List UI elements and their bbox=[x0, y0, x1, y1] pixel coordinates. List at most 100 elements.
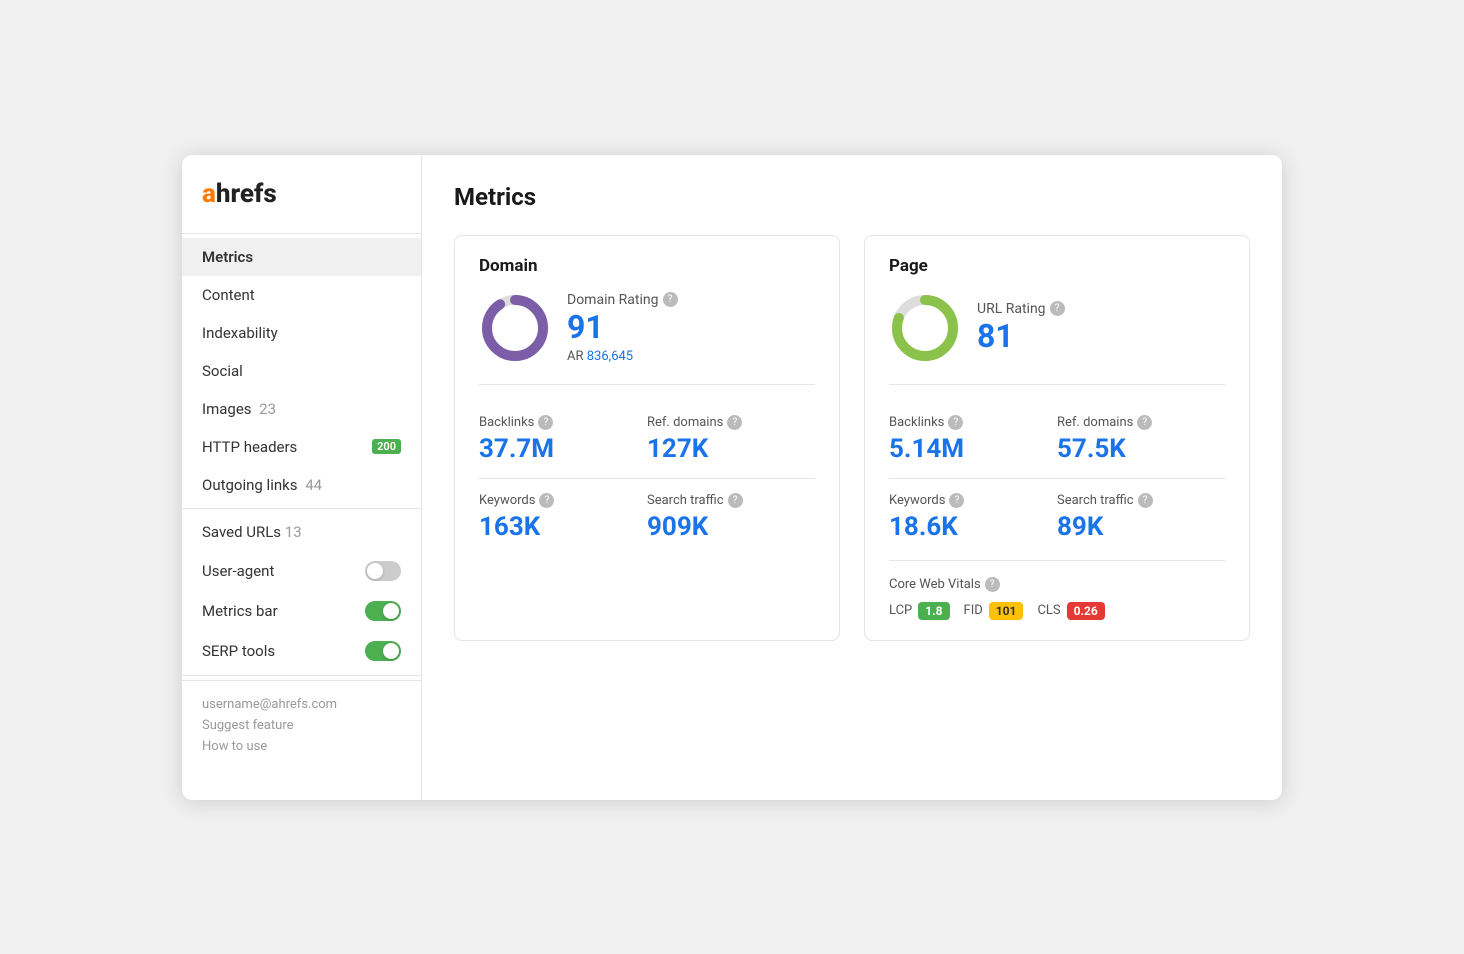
page-rating-help-icon[interactable]: ? bbox=[1050, 301, 1065, 316]
page-search-traffic-help-icon[interactable]: ? bbox=[1138, 493, 1153, 508]
serp-tools-row: SERP tools bbox=[182, 631, 421, 671]
email-link[interactable]: username@ahrefs.com bbox=[202, 697, 401, 712]
cwv-fid-badge: 101 bbox=[989, 602, 1024, 620]
user-agent-label: User-agent bbox=[202, 562, 274, 580]
page-search-traffic-label: Search traffic ? bbox=[1057, 493, 1225, 508]
domain-panel-title: Domain bbox=[479, 256, 815, 276]
suggest-feature-link[interactable]: Suggest feature bbox=[202, 718, 401, 733]
page-keywords-help-icon[interactable]: ? bbox=[949, 493, 964, 508]
sidebar-nav: Metrics Content Indexability Social Imag… bbox=[182, 238, 421, 504]
cwv-fid: FID 101 bbox=[964, 602, 1024, 620]
sidebar-item-label-metrics: Metrics bbox=[202, 248, 253, 266]
cwv-cls-label: CLS bbox=[1037, 603, 1060, 618]
domain-rating-label: Domain Rating ? bbox=[567, 292, 678, 308]
page-ref-domains-help-icon[interactable]: ? bbox=[1137, 415, 1152, 430]
serp-tools-label: SERP tools bbox=[202, 642, 275, 660]
page-ref-domains-value: 57.5K bbox=[1057, 434, 1225, 464]
page-rating-info: URL Rating ? 81 bbox=[977, 301, 1065, 354]
sidebar-item-images[interactable]: Images 23 bbox=[182, 390, 421, 428]
cwv-title: Core Web Vitals ? bbox=[889, 577, 1225, 592]
domain-rating-row: Domain Rating ? 91 AR 836,645 bbox=[479, 292, 815, 385]
domain-ar-link[interactable]: 836,645 bbox=[587, 349, 633, 364]
cwv-help-icon[interactable]: ? bbox=[985, 577, 1000, 592]
app-container: ahrefs Metrics Content Indexability Soci… bbox=[182, 155, 1282, 800]
http-headers-badge: 200 bbox=[372, 439, 401, 454]
domain-ref-domains-help-icon[interactable]: ? bbox=[727, 415, 742, 430]
domain-rating-help-icon[interactable]: ? bbox=[663, 292, 678, 307]
domain-stat-ref-domains: Ref. domains ? 127K bbox=[647, 401, 815, 479]
logo-a-letter: a bbox=[202, 179, 216, 209]
domain-search-traffic-help-icon[interactable]: ? bbox=[728, 493, 743, 508]
sidebar-item-label-http: HTTP headers bbox=[202, 438, 297, 456]
how-to-use-link[interactable]: How to use bbox=[202, 739, 401, 754]
domain-stat-keywords: Keywords ? 163K bbox=[479, 479, 647, 556]
user-agent-row: User-agent bbox=[182, 551, 421, 591]
page-keywords-label: Keywords ? bbox=[889, 493, 1041, 508]
metrics-grid: Domain Domain Rating ? 91 AR 836,645 bbox=[454, 235, 1250, 641]
logo: ahrefs bbox=[182, 179, 421, 229]
sidebar-item-label-social: Social bbox=[202, 362, 243, 380]
cwv-lcp-badge: 1.8 bbox=[918, 602, 949, 620]
page-backlinks-label: Backlinks ? bbox=[889, 415, 1041, 430]
cwv-cls-badge: 0.26 bbox=[1067, 602, 1105, 620]
page-rating-value: 81 bbox=[977, 319, 1065, 354]
saved-urls-count: 13 bbox=[285, 523, 302, 541]
sidebar-item-metrics[interactable]: Metrics bbox=[182, 238, 421, 276]
sidebar-item-http-headers[interactable]: HTTP headers 200 bbox=[182, 428, 421, 466]
domain-ref-domains-label: Ref. domains ? bbox=[647, 415, 815, 430]
user-agent-toggle[interactable] bbox=[365, 561, 401, 581]
domain-stats-grid: Backlinks ? 37.7M Ref. domains ? 127K bbox=[479, 401, 815, 556]
domain-search-traffic-value: 909K bbox=[647, 512, 815, 542]
sidebar-divider-mid bbox=[182, 508, 421, 509]
page-rating-label: URL Rating ? bbox=[977, 301, 1065, 317]
serp-tools-toggle[interactable] bbox=[365, 641, 401, 661]
sidebar-item-indexability[interactable]: Indexability bbox=[182, 314, 421, 352]
page-rating-row: URL Rating ? 81 bbox=[889, 292, 1225, 385]
cwv-lcp-label: LCP bbox=[889, 603, 912, 618]
domain-search-traffic-label: Search traffic ? bbox=[647, 493, 815, 508]
outgoing-links-count: 44 bbox=[305, 476, 322, 494]
page-donut-chart bbox=[889, 292, 961, 364]
sidebar-item-label-images: Images 23 bbox=[202, 400, 276, 418]
domain-donut-chart bbox=[479, 292, 551, 364]
main-content: Metrics Domain Domain Rating ? bbox=[422, 155, 1282, 800]
sidebar-item-outgoing-links[interactable]: Outgoing links 44 bbox=[182, 466, 421, 504]
page-title: Metrics bbox=[454, 183, 1250, 211]
sidebar-divider-bottom bbox=[182, 675, 421, 676]
domain-backlinks-help-icon[interactable]: ? bbox=[538, 415, 553, 430]
domain-keywords-value: 163K bbox=[479, 512, 631, 542]
core-web-vitals-section: Core Web Vitals ? LCP 1.8 FID 101 bbox=[889, 560, 1225, 620]
domain-rating-value: 91 bbox=[567, 310, 678, 345]
domain-stat-backlinks: Backlinks ? 37.7M bbox=[479, 401, 647, 479]
domain-ar: AR 836,645 bbox=[567, 349, 678, 364]
sidebar-divider-top bbox=[182, 233, 421, 234]
cwv-fid-label: FID bbox=[964, 603, 983, 618]
metrics-bar-label: Metrics bar bbox=[202, 602, 278, 620]
sidebar-item-label-content: Content bbox=[202, 286, 255, 304]
sidebar-item-content[interactable]: Content bbox=[182, 276, 421, 314]
page-keywords-value: 18.6K bbox=[889, 512, 1041, 542]
page-panel-title: Page bbox=[889, 256, 1225, 276]
page-panel: Page URL Rating ? 81 bbox=[864, 235, 1250, 641]
domain-rating-info: Domain Rating ? 91 AR 836,645 bbox=[567, 292, 678, 364]
sidebar: ahrefs Metrics Content Indexability Soci… bbox=[182, 155, 422, 800]
page-stat-search-traffic: Search traffic ? 89K bbox=[1057, 479, 1225, 556]
page-backlinks-value: 5.14M bbox=[889, 434, 1041, 464]
cwv-lcp: LCP 1.8 bbox=[889, 602, 950, 620]
sidebar-bottom: username@ahrefs.com Suggest feature How … bbox=[182, 680, 421, 776]
page-stat-keywords: Keywords ? 18.6K bbox=[889, 479, 1057, 556]
domain-keywords-label: Keywords ? bbox=[479, 493, 631, 508]
cwv-items: LCP 1.8 FID 101 CLS 0.26 bbox=[889, 602, 1225, 620]
domain-backlinks-value: 37.7M bbox=[479, 434, 631, 464]
metrics-bar-row: Metrics bar bbox=[182, 591, 421, 631]
sidebar-item-social[interactable]: Social bbox=[182, 352, 421, 390]
page-backlinks-help-icon[interactable]: ? bbox=[948, 415, 963, 430]
images-count: 23 bbox=[259, 400, 276, 418]
page-stat-ref-domains: Ref. domains ? 57.5K bbox=[1057, 401, 1225, 479]
page-ref-domains-label: Ref. domains ? bbox=[1057, 415, 1225, 430]
domain-keywords-help-icon[interactable]: ? bbox=[539, 493, 554, 508]
sidebar-item-label-indexability: Indexability bbox=[202, 324, 278, 342]
metrics-bar-toggle[interactable] bbox=[365, 601, 401, 621]
domain-backlinks-label: Backlinks ? bbox=[479, 415, 631, 430]
sidebar-item-label-outgoing: Outgoing links 44 bbox=[202, 476, 322, 494]
